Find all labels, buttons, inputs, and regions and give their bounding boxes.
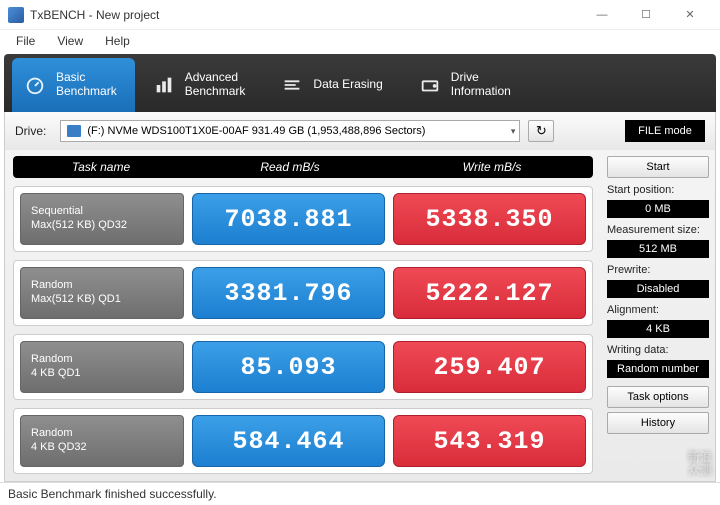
tab-drive-information[interactable]: Drive Information	[407, 58, 529, 112]
alignment-value[interactable]: 4 KB	[607, 320, 709, 338]
barchart-icon	[153, 74, 175, 96]
minimize-button[interactable]: —	[580, 1, 624, 29]
result-row: Sequential Max(512 KB) QD327038.8815338.…	[13, 186, 593, 252]
tab-basic-benchmark[interactable]: Basic Benchmark	[12, 58, 135, 112]
writing-data-label: Writing data:	[607, 344, 709, 356]
drive-label: Drive:	[15, 124, 46, 138]
header-task: Task name	[13, 160, 189, 174]
result-row: Random Max(512 KB) QD13381.7965222.127	[13, 260, 593, 326]
status-text: Basic Benchmark finished successfully.	[8, 487, 217, 501]
tab-advanced-benchmark[interactable]: Advanced Benchmark	[141, 58, 264, 112]
task-name: Random 4 KB QD1	[20, 341, 184, 393]
close-button[interactable]: ✕	[668, 1, 712, 29]
read-value: 85.093	[192, 341, 385, 393]
app-icon	[8, 7, 24, 23]
alignment-label: Alignment:	[607, 304, 709, 316]
start-position-label: Start position:	[607, 184, 709, 196]
result-row: Random 4 KB QD32584.464543.319	[13, 408, 593, 474]
task-name: Sequential Max(512 KB) QD32	[20, 193, 184, 245]
sidebar: Start Start position: 0 MB Measurement s…	[601, 150, 715, 481]
results-header: Task name Read mB/s Write mB/s	[13, 156, 593, 178]
toolbar: Drive: (F:) NVMe WDS100T1X0E-00AF 931.49…	[4, 112, 716, 150]
file-mode-button[interactable]: FILE mode	[625, 120, 705, 142]
result-row: Random 4 KB QD185.093259.407	[13, 334, 593, 400]
tab-data-erasing[interactable]: Data Erasing	[269, 58, 400, 112]
write-value: 259.407	[393, 341, 586, 393]
writing-data-value[interactable]: Random number	[607, 360, 709, 378]
task-name: Random Max(512 KB) QD1	[20, 267, 184, 319]
drive-select[interactable]: (F:) NVMe WDS100T1X0E-00AF 931.49 GB (1,…	[60, 120, 520, 142]
write-value: 543.319	[393, 415, 586, 467]
start-button[interactable]: Start	[607, 156, 709, 178]
task-name: Random 4 KB QD32	[20, 415, 184, 467]
chevron-down-icon: ▾	[511, 126, 516, 137]
menu-view[interactable]: View	[47, 32, 93, 50]
measurement-size-label: Measurement size:	[607, 224, 709, 236]
gauge-icon	[24, 74, 46, 96]
task-options-button[interactable]: Task options	[607, 386, 709, 408]
disk-icon	[67, 125, 81, 137]
tab-bar: Basic Benchmark Advanced Benchmark Data …	[4, 54, 716, 112]
menu-bar: File View Help	[0, 30, 720, 52]
menu-file[interactable]: File	[6, 32, 45, 50]
write-value: 5338.350	[393, 193, 586, 245]
header-read: Read mB/s	[189, 160, 391, 174]
read-value: 584.464	[192, 415, 385, 467]
status-bar: Basic Benchmark finished successfully.	[0, 482, 720, 504]
menu-help[interactable]: Help	[95, 32, 140, 50]
content-area: Task name Read mB/s Write mB/s Sequentia…	[4, 150, 716, 482]
window-title: TxBENCH - New project	[30, 8, 580, 22]
title-bar: TxBENCH - New project — ☐ ✕	[0, 0, 720, 30]
results-panel: Task name Read mB/s Write mB/s Sequentia…	[5, 150, 601, 481]
reload-button[interactable]: ↻	[528, 120, 554, 142]
history-button[interactable]: History	[607, 412, 709, 434]
maximize-button[interactable]: ☐	[624, 1, 668, 29]
write-value: 5222.127	[393, 267, 586, 319]
drive-select-text: (F:) NVMe WDS100T1X0E-00AF 931.49 GB (1,…	[87, 125, 425, 137]
prewrite-label: Prewrite:	[607, 264, 709, 276]
start-position-value[interactable]: 0 MB	[607, 200, 709, 218]
measurement-size-value[interactable]: 512 MB	[607, 240, 709, 258]
read-value: 7038.881	[192, 193, 385, 245]
prewrite-value[interactable]: Disabled	[607, 280, 709, 298]
erase-icon	[281, 74, 303, 96]
read-value: 3381.796	[192, 267, 385, 319]
header-write: Write mB/s	[391, 160, 593, 174]
drive-icon	[419, 74, 441, 96]
